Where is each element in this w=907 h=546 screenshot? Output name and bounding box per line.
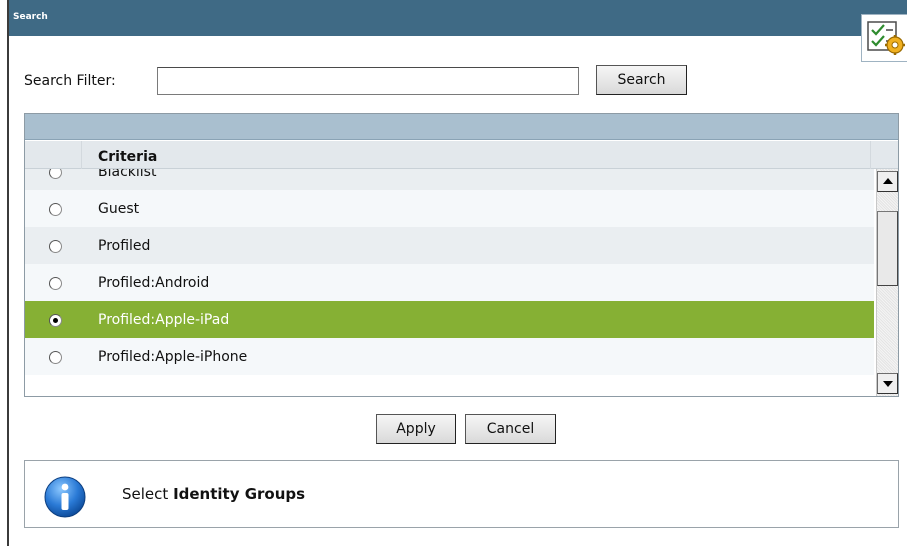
row-label: Profiled:Apple-iPhone <box>98 349 248 365</box>
settings-button[interactable] <box>861 14 907 62</box>
title-bar: Search <box>9 0 907 36</box>
row-radio[interactable] <box>49 169 62 179</box>
row-radio[interactable] <box>49 203 62 216</box>
search-filter-label: Search Filter: <box>24 73 116 89</box>
info-message: Select Identity Groups <box>122 485 306 503</box>
grid-rows: Blacklist Guest Profiled Profiled:Androi… <box>25 169 874 396</box>
search-filter-input[interactable] <box>157 67 579 95</box>
row-radio[interactable] <box>49 240 62 253</box>
checklist-gear-icon <box>867 21 905 55</box>
cancel-button[interactable]: Cancel <box>465 414 556 444</box>
scrollbar-thumb[interactable] <box>877 211 898 286</box>
info-panel: Select Identity Groups <box>24 460 899 528</box>
apply-button[interactable]: Apply <box>376 414 456 444</box>
search-dialog: Search Search Filter: Search Criteria Bl… <box>7 0 907 546</box>
table-row[interactable]: Guest <box>25 190 874 227</box>
table-row[interactable]: Blacklist <box>25 169 874 190</box>
row-label: Profiled:Apple-iPad <box>98 312 230 328</box>
table-row[interactable]: Profiled:Apple-iPhone <box>25 338 874 375</box>
row-radio-selected[interactable] <box>49 314 62 327</box>
dialog-title: Search <box>13 12 48 22</box>
criteria-column-header[interactable]: Criteria <box>98 149 157 165</box>
grid-toolbar <box>25 114 898 140</box>
select-column-header <box>25 141 82 169</box>
grid-header: Criteria <box>25 141 898 169</box>
vertical-scrollbar[interactable] <box>876 169 898 396</box>
scroll-column-header <box>870 141 898 169</box>
table-row-selected[interactable]: Profiled:Apple-iPad <box>25 301 874 338</box>
table-row[interactable]: Profiled:Android <box>25 264 874 301</box>
row-radio[interactable] <box>49 277 62 290</box>
arrow-up-icon[interactable] <box>877 171 898 192</box>
search-button[interactable]: Search <box>596 65 687 95</box>
row-label: Blacklist <box>98 169 157 180</box>
row-label: Guest <box>98 201 140 217</box>
row-label: Profiled <box>98 238 151 254</box>
row-radio[interactable] <box>49 351 62 364</box>
info-icon <box>44 476 86 518</box>
row-label: Profiled:Android <box>98 275 210 291</box>
arrow-down-icon[interactable] <box>877 373 898 394</box>
criteria-grid: Criteria Blacklist Guest Profiled Profil… <box>24 113 899 397</box>
table-row[interactable]: Profiled <box>25 227 874 264</box>
